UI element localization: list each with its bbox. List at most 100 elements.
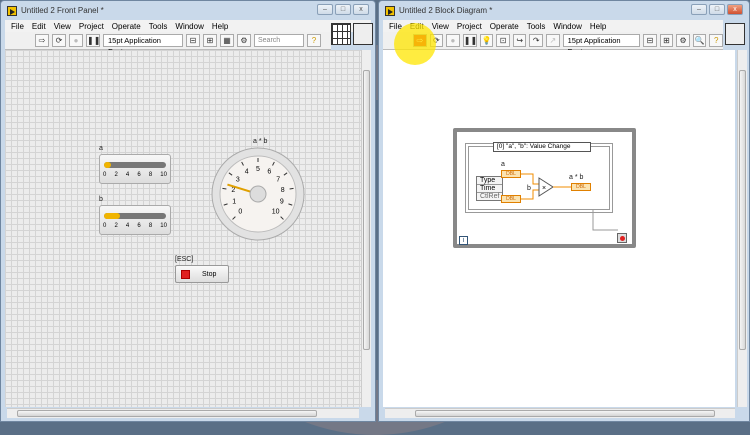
maximize-button[interactable]: □ xyxy=(709,4,725,15)
window-title: Untitled 2 Front Panel * xyxy=(21,6,104,15)
menu-project[interactable]: Project xyxy=(457,22,482,31)
horizontal-scrollbar[interactable] xyxy=(385,408,735,418)
menu-help[interactable]: Help xyxy=(590,22,606,31)
step-out-icon[interactable]: ↗ xyxy=(546,34,560,47)
pause-icon[interactable]: ❚❚ xyxy=(86,34,100,47)
labview-icon xyxy=(7,5,17,16)
stop-button[interactable]: Stop xyxy=(175,265,229,283)
menu-tools[interactable]: Tools xyxy=(527,22,546,31)
slider-tick-label: 8 xyxy=(148,172,153,178)
gauge-tick xyxy=(289,187,294,190)
menu-bar: File Edit View Project Operate Tools Window Hel… xyxy=(5,20,371,32)
reorder-icon[interactable]: ⚙ xyxy=(676,34,690,47)
indicator-label: a * b xyxy=(569,174,584,181)
event-data-node[interactable]: Type Time CtlRef xyxy=(476,176,504,201)
reorder-icon[interactable]: ⚙ xyxy=(237,34,251,47)
search-input[interactable]: Search xyxy=(254,34,304,47)
gauge-tick-label: 2 xyxy=(231,187,235,194)
minimize-button[interactable]: – xyxy=(691,4,707,15)
block-diagram-canvas[interactable]: i [0] "a", "b": Value Change Type Time C… xyxy=(383,50,735,407)
slider-tick-label: 4 xyxy=(125,223,130,229)
distribute-icon[interactable]: ⊞ xyxy=(659,34,674,47)
terminal-b[interactable]: DBL xyxy=(501,195,521,203)
align-icon[interactable]: ⊟ xyxy=(186,34,200,47)
font-dropdown[interactable]: 15pt Application Font xyxy=(103,34,183,56)
vertical-scrollbar[interactable] xyxy=(361,50,371,407)
slider-b-fill xyxy=(104,213,121,219)
loop-iteration-terminal: i xyxy=(459,236,468,245)
gauge-a-times-b: 01 234 5 678 910 xyxy=(211,147,305,241)
menu-view[interactable]: View xyxy=(432,22,449,31)
gauge-tick-label: 5 xyxy=(256,166,260,173)
horizontal-scrollbar[interactable] xyxy=(7,408,359,418)
a-label: a xyxy=(99,145,103,152)
slider-tick-label: 10 xyxy=(160,172,167,178)
menu-window[interactable]: Window xyxy=(553,22,581,31)
front-panel-canvas[interactable]: a 0 2 4 6 8 10 b 0 2 4 6 8 10 a * b 0 1 2 3 4 5 6 7 8 9 10 [… xyxy=(5,50,361,407)
slider-tick-label: 10 xyxy=(160,223,167,229)
terminal-a-label: a xyxy=(501,161,505,168)
font-dropdown[interactable]: 15pt Application Font xyxy=(562,34,641,56)
abort-icon[interactable]: ● xyxy=(69,34,83,47)
close-button[interactable]: x xyxy=(353,4,369,15)
gauge-label: a * b xyxy=(253,138,268,145)
gauge-tick-label: 0 xyxy=(238,209,242,216)
menu-bar: FileEditViewProjectOperateToolsWindowHel… xyxy=(383,20,723,32)
gauge-tick xyxy=(222,187,227,190)
menu-edit[interactable]: Edit xyxy=(32,22,46,31)
vertical-scrollbar[interactable] xyxy=(737,50,747,407)
loop-condition-stop-icon[interactable] xyxy=(617,233,627,243)
highlight-execution-icon[interactable]: 💡 xyxy=(479,34,494,47)
menu-view[interactable]: View xyxy=(54,22,71,31)
event-data-ctlref: CtlRef xyxy=(480,193,500,200)
connector-pane-icon[interactable] xyxy=(331,23,351,45)
help-icon[interactable]: ? xyxy=(307,34,321,47)
menu-window[interactable]: Window xyxy=(175,22,203,31)
svg-text:×: × xyxy=(542,185,546,192)
terminal-a[interactable]: DBL xyxy=(501,170,521,178)
stop-wire xyxy=(592,210,618,231)
menu-operate[interactable]: Operate xyxy=(490,22,519,31)
slider-tick-label: 4 xyxy=(125,172,130,178)
b-label: b xyxy=(99,196,103,203)
step-into-icon[interactable]: ↪ xyxy=(512,34,527,47)
slider-a[interactable]: 0 2 4 6 8 10 xyxy=(99,154,171,184)
distribute-icon[interactable]: ⊞ xyxy=(203,34,217,47)
abort-icon[interactable]: ● xyxy=(446,34,460,47)
menu-help[interactable]: Help xyxy=(212,22,228,31)
gauge-tick-label: 6 xyxy=(267,169,271,176)
minimize-button[interactable]: – xyxy=(317,4,333,15)
resize-icon[interactable]: ▦ xyxy=(220,34,234,47)
vi-icon[interactable] xyxy=(725,23,745,45)
window-title: Untitled 2 Block Diagram * xyxy=(399,6,493,15)
align-icon[interactable]: ⊟ xyxy=(643,34,657,47)
slider-b[interactable]: 0 2 4 6 8 10 xyxy=(99,205,171,235)
maximize-button[interactable]: □ xyxy=(335,4,351,15)
run-arrow-icon[interactable]: ⇨ xyxy=(35,34,49,47)
run-continuously-icon[interactable]: ⟳ xyxy=(52,34,66,47)
search-icon[interactable]: 🔍 xyxy=(692,34,707,47)
event-case-selector[interactable]: [0] "a", "b": Value Change xyxy=(493,142,591,152)
menu-operate[interactable]: Operate xyxy=(112,22,141,31)
menu-file[interactable]: File xyxy=(11,22,24,31)
menu-project[interactable]: Project xyxy=(79,22,104,31)
help-icon[interactable]: ? xyxy=(709,34,724,47)
stop-text: Stop xyxy=(202,270,217,278)
retain-wire-values-icon[interactable]: ⊡ xyxy=(496,34,510,47)
slider-tick-label: 6 xyxy=(137,172,141,178)
labview-icon xyxy=(385,5,395,16)
menu-tools[interactable]: Tools xyxy=(149,22,168,31)
stop-label: [ESC] xyxy=(175,256,194,263)
event-data-time: Time xyxy=(477,185,503,193)
slider-a-fill xyxy=(104,162,112,168)
close-button[interactable]: x xyxy=(727,4,743,15)
toolbar: ⇨ ⟳ ● ❚❚ 15pt Application Font ⊟ ⊞ ▦ ⚙ S… xyxy=(5,32,331,56)
indicator-a-times-b[interactable]: DBL xyxy=(571,183,591,191)
step-over-icon[interactable]: ↷ xyxy=(529,34,544,47)
event-data-type: Type xyxy=(477,177,503,185)
gauge-tick-label: 1 xyxy=(232,199,236,206)
slider-tick-label: 0 xyxy=(103,223,107,229)
vi-icon[interactable] xyxy=(353,23,373,45)
pause-icon[interactable]: ❚❚ xyxy=(462,34,477,47)
gauge-tick-label: 7 xyxy=(276,176,280,183)
